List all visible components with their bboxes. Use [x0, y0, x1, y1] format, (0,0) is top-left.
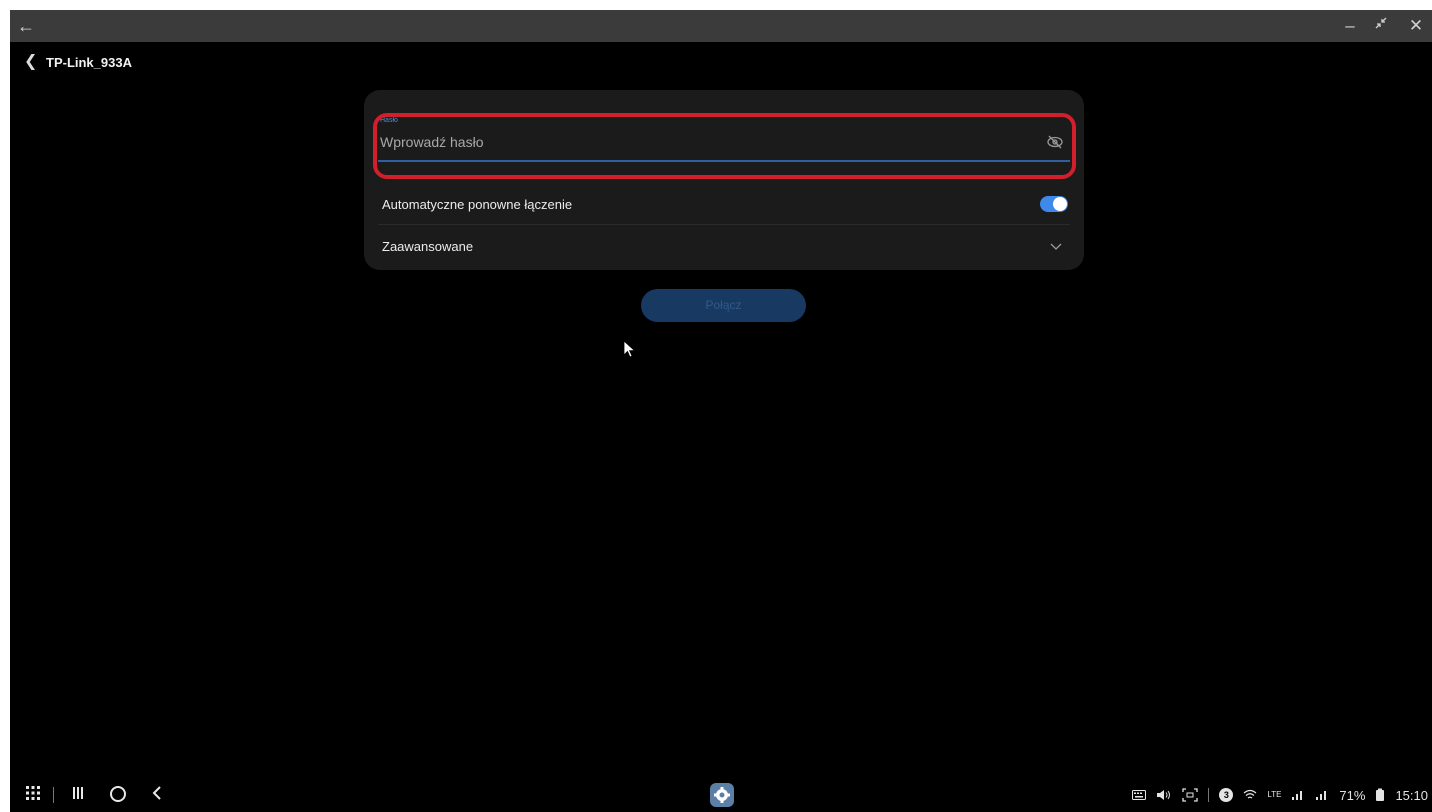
notification-badge[interactable]: 3 — [1219, 788, 1234, 802]
close-icon[interactable]: ✕ — [1404, 14, 1428, 38]
screenshot-icon[interactable] — [1182, 787, 1198, 803]
nav-divider — [53, 787, 54, 803]
wifi-icon — [1243, 787, 1257, 803]
screen: ← – ✕ ❮ TP-Link_933A Hasło Automatyczne … — [10, 10, 1432, 812]
status-divider — [1208, 788, 1210, 802]
back-chevron-icon[interactable]: ❮ — [24, 52, 38, 72]
connect-button[interactable]: Połącz — [641, 289, 806, 322]
signal-icon — [1291, 787, 1305, 803]
lte-icon: LTE — [1267, 790, 1282, 799]
advanced-row[interactable]: Zaawansowane — [378, 226, 1070, 266]
home-icon[interactable] — [107, 784, 129, 806]
toggle-knob — [1053, 197, 1067, 211]
system-navigation-bar: 3 LTE 71% 15:10 — [10, 778, 1432, 812]
mouse-cursor-icon — [623, 340, 636, 358]
settings-gear-icon[interactable] — [710, 783, 734, 807]
divider — [378, 224, 1070, 225]
auto-reconnect-label: Automatyczne ponowne łączenie — [382, 196, 573, 212]
advanced-label: Zaawansowane — [382, 238, 474, 254]
clock: 15:10 — [1395, 787, 1428, 803]
app-header: ❮ TP-Link_933A — [24, 52, 132, 72]
signal-icon-2 — [1315, 787, 1329, 803]
volume-icon[interactable] — [1156, 787, 1172, 803]
network-title: TP-Link_933A — [46, 54, 132, 70]
nav-back-icon[interactable] — [148, 784, 166, 806]
minimize-icon[interactable]: – — [1338, 14, 1362, 38]
arrow-left-icon[interactable]: ← — [14, 14, 38, 38]
window-titlebar: ← – ✕ — [10, 10, 1432, 42]
auto-reconnect-row[interactable]: Automatyczne ponowne łączenie — [378, 184, 1070, 224]
chevron-down-icon — [1050, 243, 1062, 250]
apps-grid-icon[interactable] — [22, 784, 44, 806]
battery-percent: 71% — [1339, 787, 1366, 803]
recent-apps-icon[interactable] — [68, 784, 88, 806]
restore-icon[interactable] — [1369, 14, 1393, 38]
auto-reconnect-toggle[interactable] — [1040, 196, 1068, 212]
password-highlight-box — [373, 113, 1076, 179]
status-bar: 3 LTE 71% 15:10 — [1132, 786, 1428, 804]
battery-icon — [1375, 787, 1385, 803]
keyboard-icon[interactable] — [1132, 787, 1147, 803]
